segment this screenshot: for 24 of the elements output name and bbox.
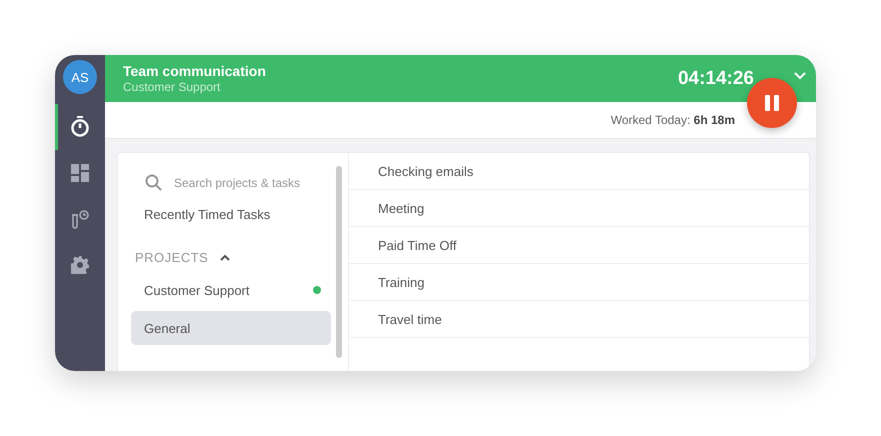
section-heading: PROJECTS xyxy=(135,250,208,264)
task-item[interactable]: Training xyxy=(378,274,424,290)
current-project: Customer Support xyxy=(123,80,222,94)
task-item[interactable]: Checking emails xyxy=(378,164,474,178)
settings-icon xyxy=(71,256,89,274)
task-item[interactable]: Paid Time Off xyxy=(378,238,457,252)
timer-display: 04:14:26 xyxy=(678,68,754,90)
project-item[interactable]: Customer Support xyxy=(131,273,331,307)
stopwatch-icon xyxy=(70,116,90,138)
caret-icon[interactable] xyxy=(220,254,230,260)
dashboard-icon xyxy=(71,164,89,182)
task-item[interactable]: Meeting xyxy=(378,200,424,216)
task-item[interactable]: Travel time xyxy=(378,312,442,326)
search-icon xyxy=(145,174,163,192)
worked-today-text: Worked Today: 6h 18m xyxy=(610,113,735,127)
project-name: Customer Support xyxy=(144,282,250,298)
project-name: General xyxy=(144,320,190,336)
scrollbar[interactable] xyxy=(336,166,342,358)
current-task: Team communication xyxy=(123,63,267,79)
recent-tasks-link[interactable]: Recently Timed Tasks xyxy=(131,198,331,228)
chevron-down-icon[interactable] xyxy=(794,72,806,80)
tube-clock-icon xyxy=(70,209,90,229)
project-item[interactable]: General xyxy=(131,311,331,345)
pause-icon xyxy=(765,95,779,111)
